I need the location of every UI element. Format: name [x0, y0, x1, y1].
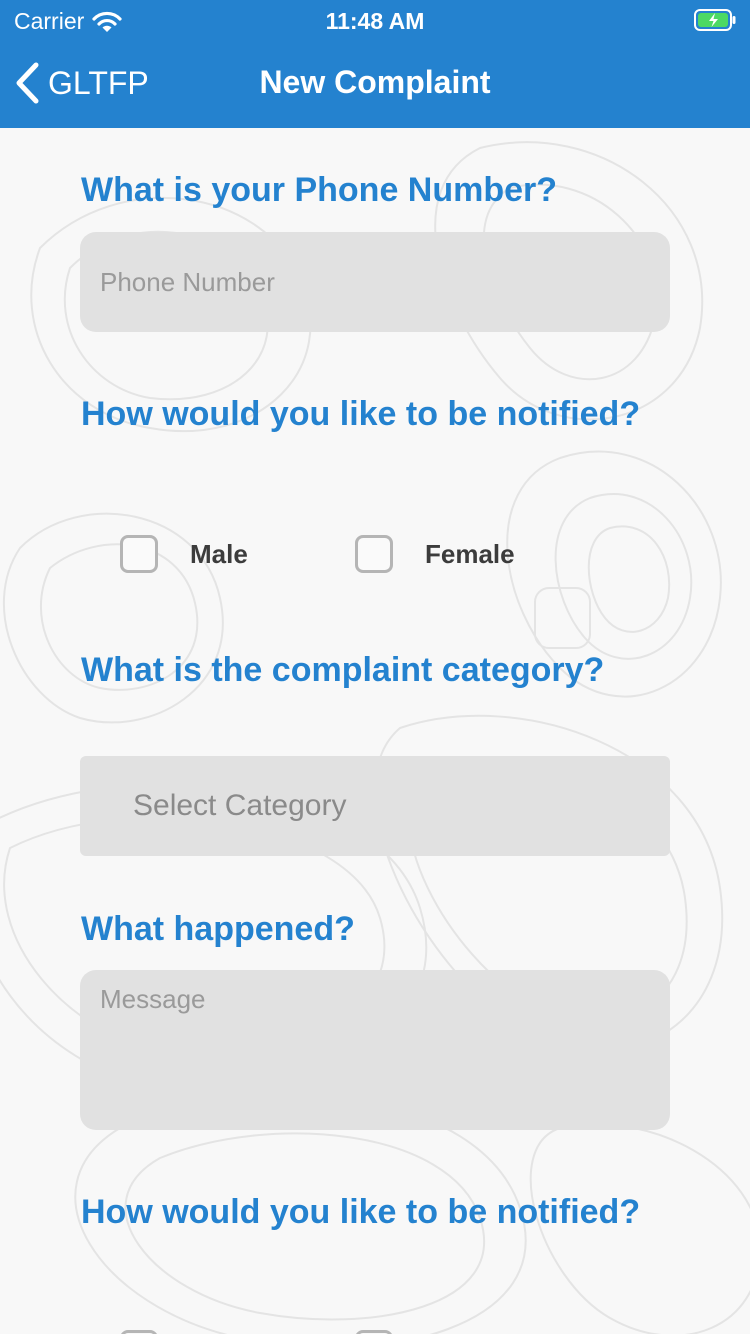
app-screen: Carrier 11:48 AM GLTFP New Complaint Wha… — [0, 0, 750, 1334]
top-bar: Carrier 11:48 AM GLTFP New Complaint — [0, 0, 750, 128]
checkbox-female[interactable] — [355, 535, 393, 573]
status-bar: Carrier 11:48 AM — [0, 0, 750, 40]
option-female-label: Female — [425, 538, 515, 569]
message-question: What happened? — [81, 910, 355, 948]
phone-number-input[interactable] — [80, 232, 670, 332]
navigation-bar: GLTFP New Complaint — [0, 40, 750, 128]
checkbox-male[interactable] — [120, 535, 158, 573]
phone-question: What is your Phone Number? — [81, 171, 558, 209]
option-male-label: Male — [190, 538, 248, 569]
category-select-value: Select Category — [133, 789, 347, 822]
checkbox-partial-1[interactable] — [120, 1330, 158, 1334]
option-male[interactable]: Male — [120, 535, 248, 573]
notify-question: How would you like to be notified? — [81, 395, 641, 433]
notify-question-2: How would you like to be notified? — [81, 1193, 641, 1231]
category-question: What is the complaint category? — [81, 651, 605, 689]
status-time: 11:48 AM — [325, 8, 425, 34]
battery-charging-icon — [694, 9, 736, 31]
checkbox-partial-2[interactable] — [355, 1330, 393, 1334]
category-select[interactable]: Select Category — [80, 756, 670, 856]
page-title: New Complaint — [259, 64, 491, 100]
option-female[interactable]: Female — [355, 535, 515, 573]
message-textarea[interactable] — [80, 970, 670, 1130]
